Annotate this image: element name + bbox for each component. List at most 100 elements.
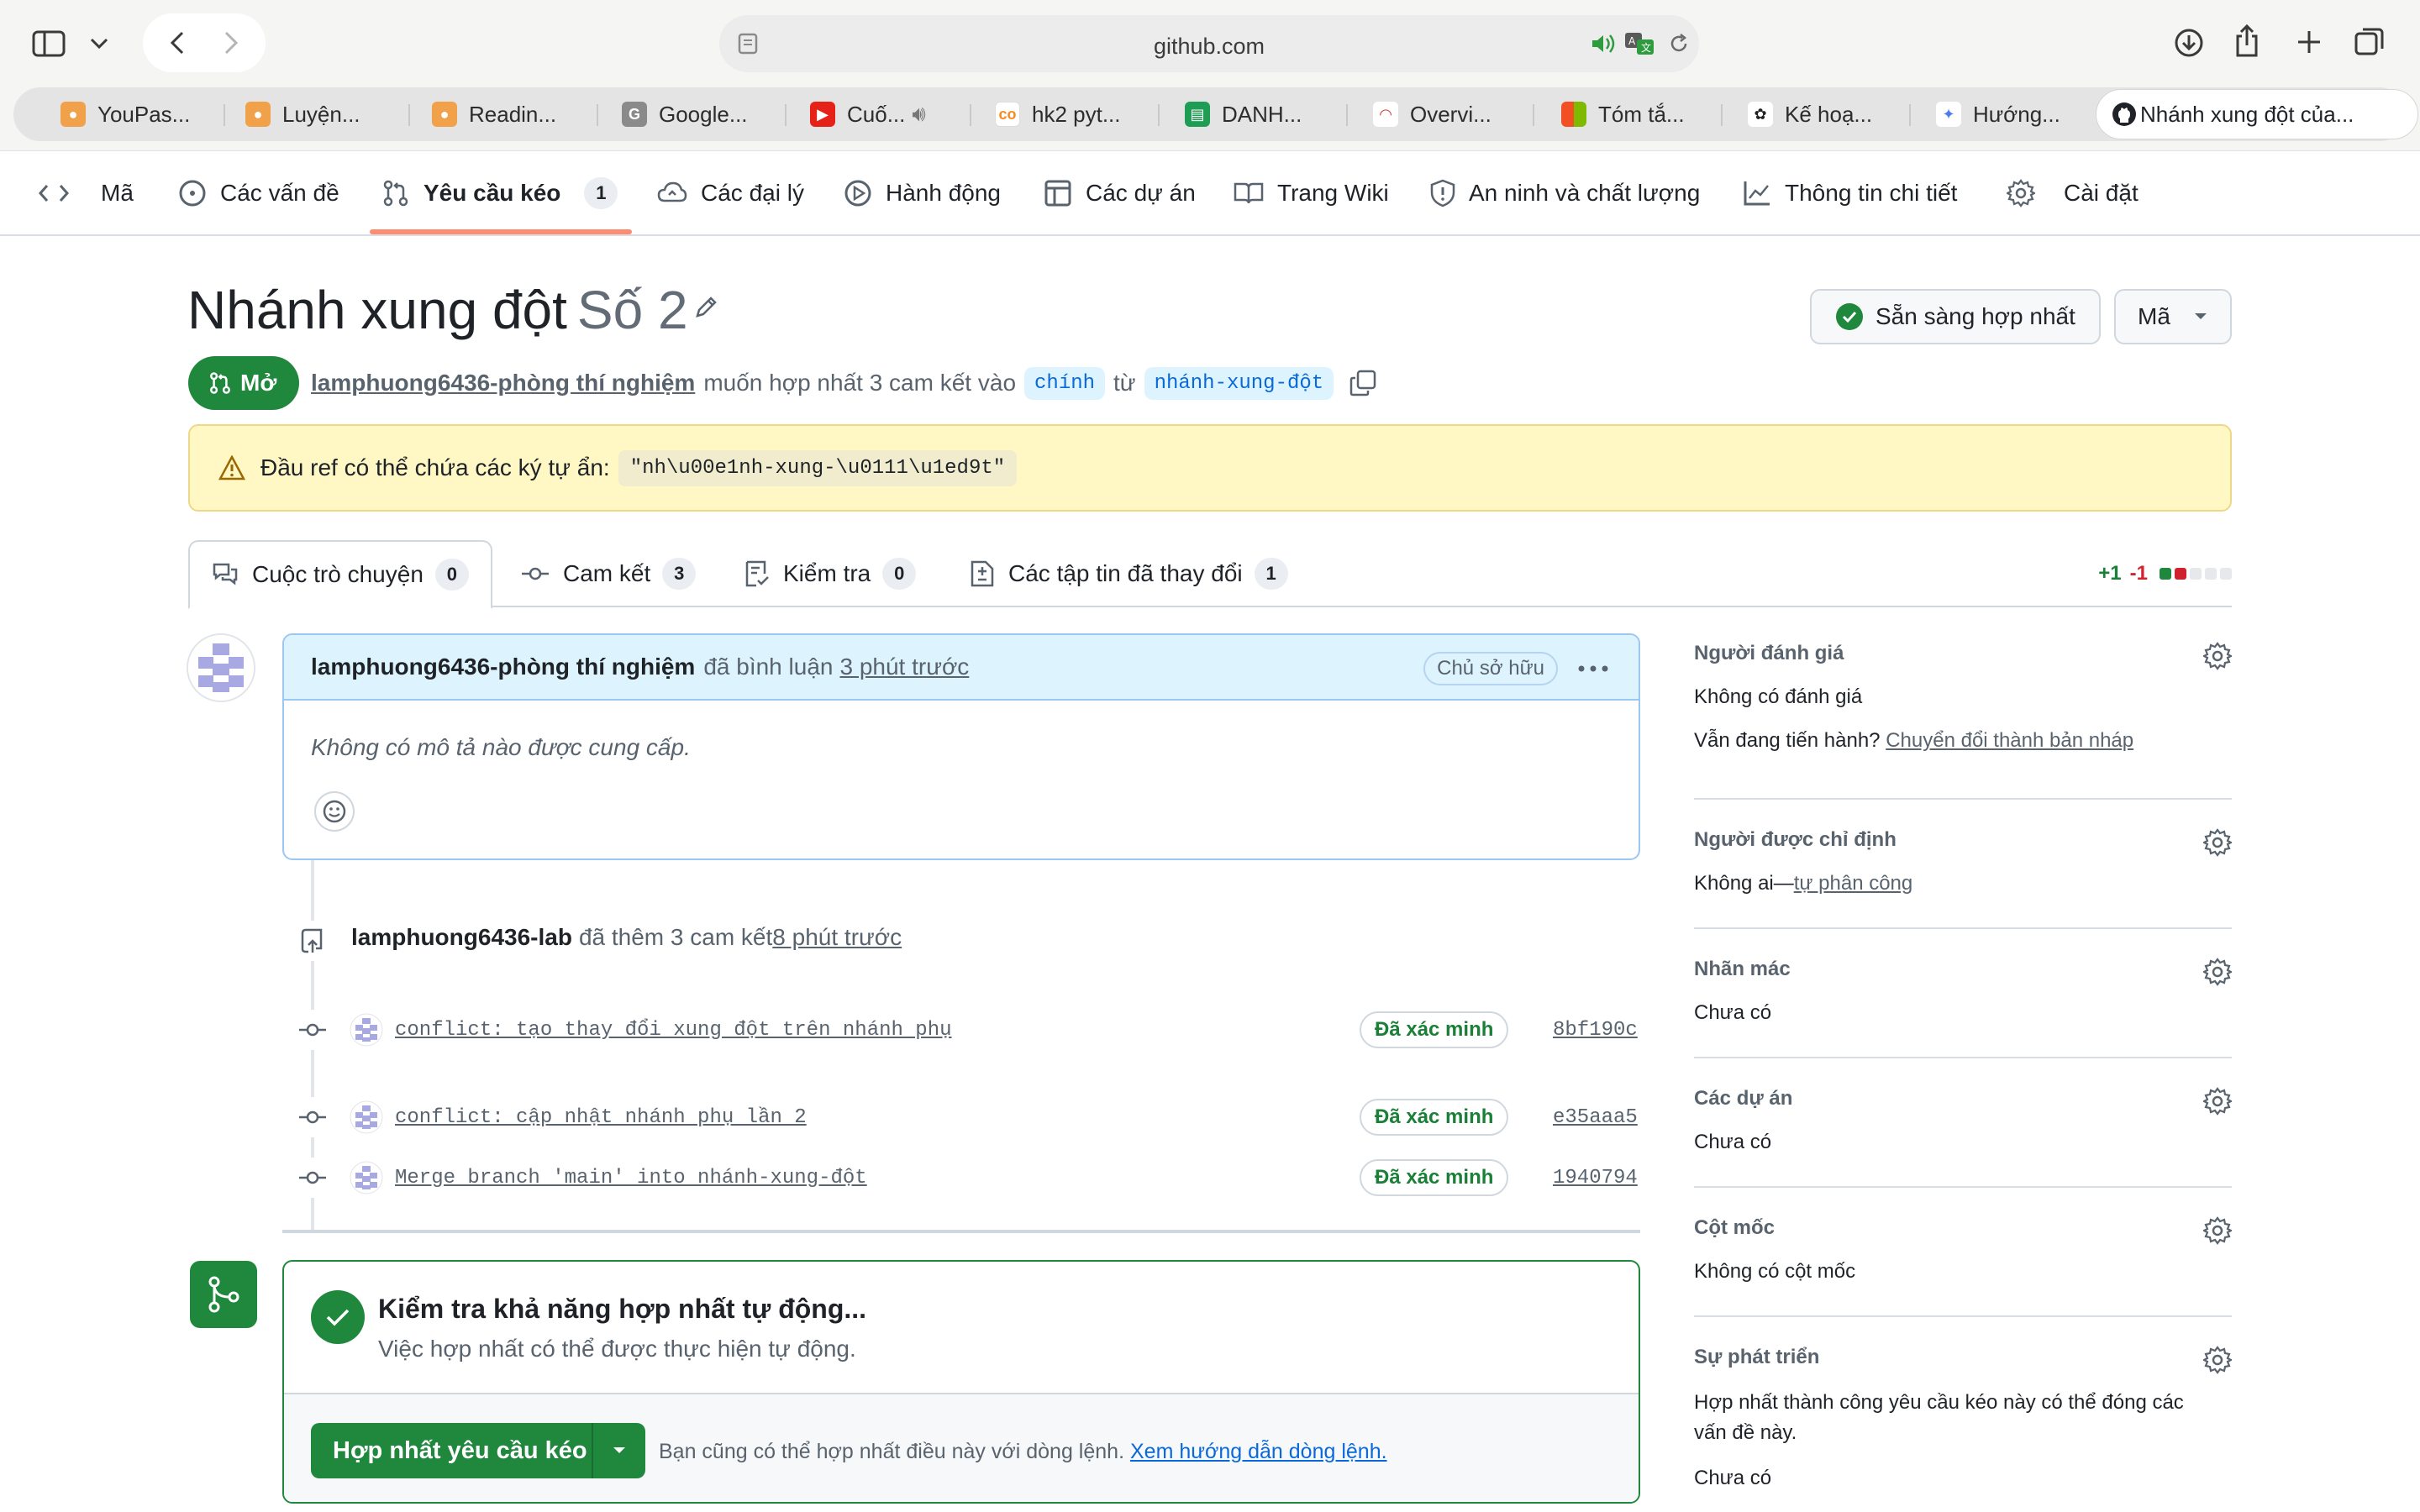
gear-icon[interactable] [2203, 1216, 2232, 1245]
browser-tab[interactable]: co hk2 pyt... [995, 87, 1155, 141]
youpass-icon: ● [245, 102, 271, 127]
gemini-icon: ✦ [1936, 102, 1961, 127]
chevron-down-icon[interactable] [87, 32, 111, 55]
commits-count: 3 [662, 558, 697, 590]
reviewers-title[interactable]: Người đánh giá [1694, 642, 2232, 665]
gear-icon [2007, 179, 2035, 207]
downloads-icon[interactable] [2173, 27, 2205, 59]
gear-icon[interactable] [2203, 958, 2232, 986]
browser-tab-active[interactable]: Nhánh xung đột của... [2096, 89, 2418, 139]
svg-text:A: A [1628, 35, 1636, 47]
back-icon[interactable] [170, 30, 185, 55]
browser-tab[interactable]: G Google... [622, 87, 765, 141]
avatar[interactable] [187, 633, 255, 702]
development-title[interactable]: Sự phát triển [1694, 1346, 2232, 1369]
tab-issues[interactable]: Các vấn đề [178, 152, 339, 234]
merge-status-title: Kiểm tra khả năng hợp nhất tự động... [378, 1294, 867, 1324]
commit-icon [522, 567, 549, 580]
reload-icon[interactable] [1667, 32, 1691, 55]
share-icon[interactable] [2232, 24, 2262, 59]
tab-overview-icon[interactable] [2353, 25, 2386, 59]
tab-actions[interactable]: Hành động [844, 152, 1001, 234]
forward-icon[interactable] [224, 30, 239, 55]
tab-settings[interactable]: Cài đặt [2007, 152, 2139, 234]
browser-tab[interactable]: ▶ Cuố... 🔊︎ [810, 87, 961, 141]
milestone-title[interactable]: Cột mốc [1694, 1216, 2232, 1240]
pr-count-badge: 1 [584, 177, 618, 209]
development-value: Chưa có [1694, 1467, 1772, 1489]
file-diff-icon [971, 560, 994, 587]
tab-projects[interactable]: Các dự án [1044, 152, 1196, 234]
assignees-title[interactable]: Người được chỉ định [1694, 828, 2232, 852]
labels-title[interactable]: Nhãn mác [1694, 958, 2232, 981]
code-dropdown-button[interactable]: Mã [2114, 289, 2232, 344]
comment-author[interactable]: lamphuong6436-phòng thí nghiệm [311, 654, 695, 680]
tab-agents[interactable]: Các đại lý [657, 152, 804, 234]
files-count: 1 [1254, 558, 1288, 590]
tab-files-changed[interactable]: Các tập tin đã thay đổi 1 [970, 540, 1288, 607]
speaker-icon[interactable]: 🔊︎ [912, 101, 925, 128]
head-branch[interactable]: nhánh-xung-đột [1144, 366, 1334, 400]
copy-icon[interactable] [1349, 369, 1377, 397]
new-tab-icon[interactable] [2294, 27, 2324, 57]
merge-pull-request-button[interactable]: Hợp nhất yêu cầu kéo [311, 1423, 593, 1478]
tab-conversation[interactable]: Cuộc trò chuyện 0 [188, 540, 492, 609]
browser-tab[interactable]: ◠ Overvi... [1373, 87, 1516, 141]
add-reaction-icon[interactable] [314, 791, 355, 832]
author-link[interactable]: lamphuong6436-phòng thí nghiệm [311, 370, 695, 396]
browser-tab[interactable]: ● YouPas... [60, 87, 203, 141]
browser-tab[interactable]: ✦ Hướng... [1936, 87, 2079, 141]
browser-tab[interactable]: ▤ DANH... [1185, 87, 1328, 141]
tab-checks[interactable]: Kiểm tra 0 [744, 540, 917, 607]
gear-icon[interactable] [2203, 642, 2232, 670]
avatar[interactable] [350, 1013, 383, 1047]
warning-ref-code: "nh\u00e1nh-xung-\u0111\u1ed9t" [618, 449, 1018, 486]
projects-title[interactable]: Các dự án [1694, 1087, 2232, 1110]
tab-insights[interactable]: Thông tin chi tiết [1743, 152, 1957, 234]
comment-timestamp[interactable]: 3 phút trước [839, 654, 969, 680]
translate-icon[interactable]: A文 [1623, 30, 1657, 57]
base-branch[interactable]: chính [1024, 366, 1106, 400]
browser-tab[interactable]: ● Readin... [432, 87, 575, 141]
commit-sha[interactable]: 8bf190c [1553, 1019, 1638, 1042]
pr-tabs: Cuộc trò chuyện 0 Cam kết 3 Kiểm tra 0 C… [188, 540, 2232, 609]
convert-to-draft-link[interactable]: Chuyển đổi thành bản nháp [1886, 729, 2133, 752]
commit-sha[interactable]: 1940794 [1553, 1167, 1638, 1189]
gear-icon[interactable] [2203, 1087, 2232, 1116]
microsoft-icon [1561, 102, 1586, 127]
browser-tab[interactable]: ✿ Kế hoạ... [1748, 87, 1891, 141]
avatar[interactable] [350, 1161, 383, 1194]
edit-pencil-icon[interactable] [692, 294, 719, 321]
tab-wiki[interactable]: Trang Wiki [1234, 152, 1389, 234]
verified-badge[interactable]: Đã xác minh [1360, 1099, 1509, 1136]
audio-playing-icon[interactable] [1590, 32, 1617, 55]
commit-message[interactable]: Merge branch 'main' into nhánh-xung-đột [395, 1167, 867, 1189]
dashboard-icon: ◠ [1373, 102, 1398, 127]
tab-security[interactable]: An ninh và chất lượng [1430, 152, 1700, 234]
avatar[interactable] [350, 1100, 383, 1134]
command-line-instructions-link[interactable]: Xem hướng dẫn dòng lệnh. [1130, 1440, 1387, 1463]
verified-badge[interactable]: Đã xác minh [1360, 1159, 1509, 1196]
gear-icon[interactable] [2203, 1346, 2232, 1374]
event-author[interactable]: lamphuong6436-lab [351, 924, 572, 950]
merge-options-caret-icon[interactable] [593, 1423, 645, 1478]
merge-box: Kiểm tra khả năng hợp nhất tự động... Vi… [282, 1260, 1640, 1504]
browser-tab[interactable]: ● Luyện... [245, 87, 388, 141]
assign-yourself-link[interactable]: tự phân công [1794, 872, 1913, 895]
kebab-horizontal-icon[interactable] [1578, 665, 1608, 672]
tab-pull-requests[interactable]: Yêu cầu kéo 1 [381, 152, 618, 234]
sidebar-divider [1694, 1186, 2232, 1188]
event-timestamp[interactable]: 8 phút trước [772, 924, 902, 950]
verified-badge[interactable]: Đã xác minh [1360, 1011, 1509, 1048]
sidebar-toggle-icon[interactable] [30, 29, 67, 59]
ready-to-merge-button[interactable]: Sẵn sàng hợp nhất [1810, 289, 2101, 344]
owner-badge: Chủ sở hữu [1423, 652, 1558, 685]
commit-message[interactable]: conflict: tạo thay đổi xung đột trên nhá… [395, 1019, 952, 1042]
commit-message[interactable]: conflict: cập nhật nhánh phụ lần 2 [395, 1106, 807, 1129]
browser-tab[interactable]: Tóm tắ... [1561, 87, 1704, 141]
tab-commits[interactable]: Cam kết 3 [521, 540, 697, 607]
commit-sha[interactable]: e35aaa5 [1553, 1106, 1638, 1129]
tab-code[interactable]: Mã [39, 152, 134, 234]
address-bar[interactable]: github.com A文 [719, 15, 1699, 72]
gear-icon[interactable] [2203, 828, 2232, 857]
